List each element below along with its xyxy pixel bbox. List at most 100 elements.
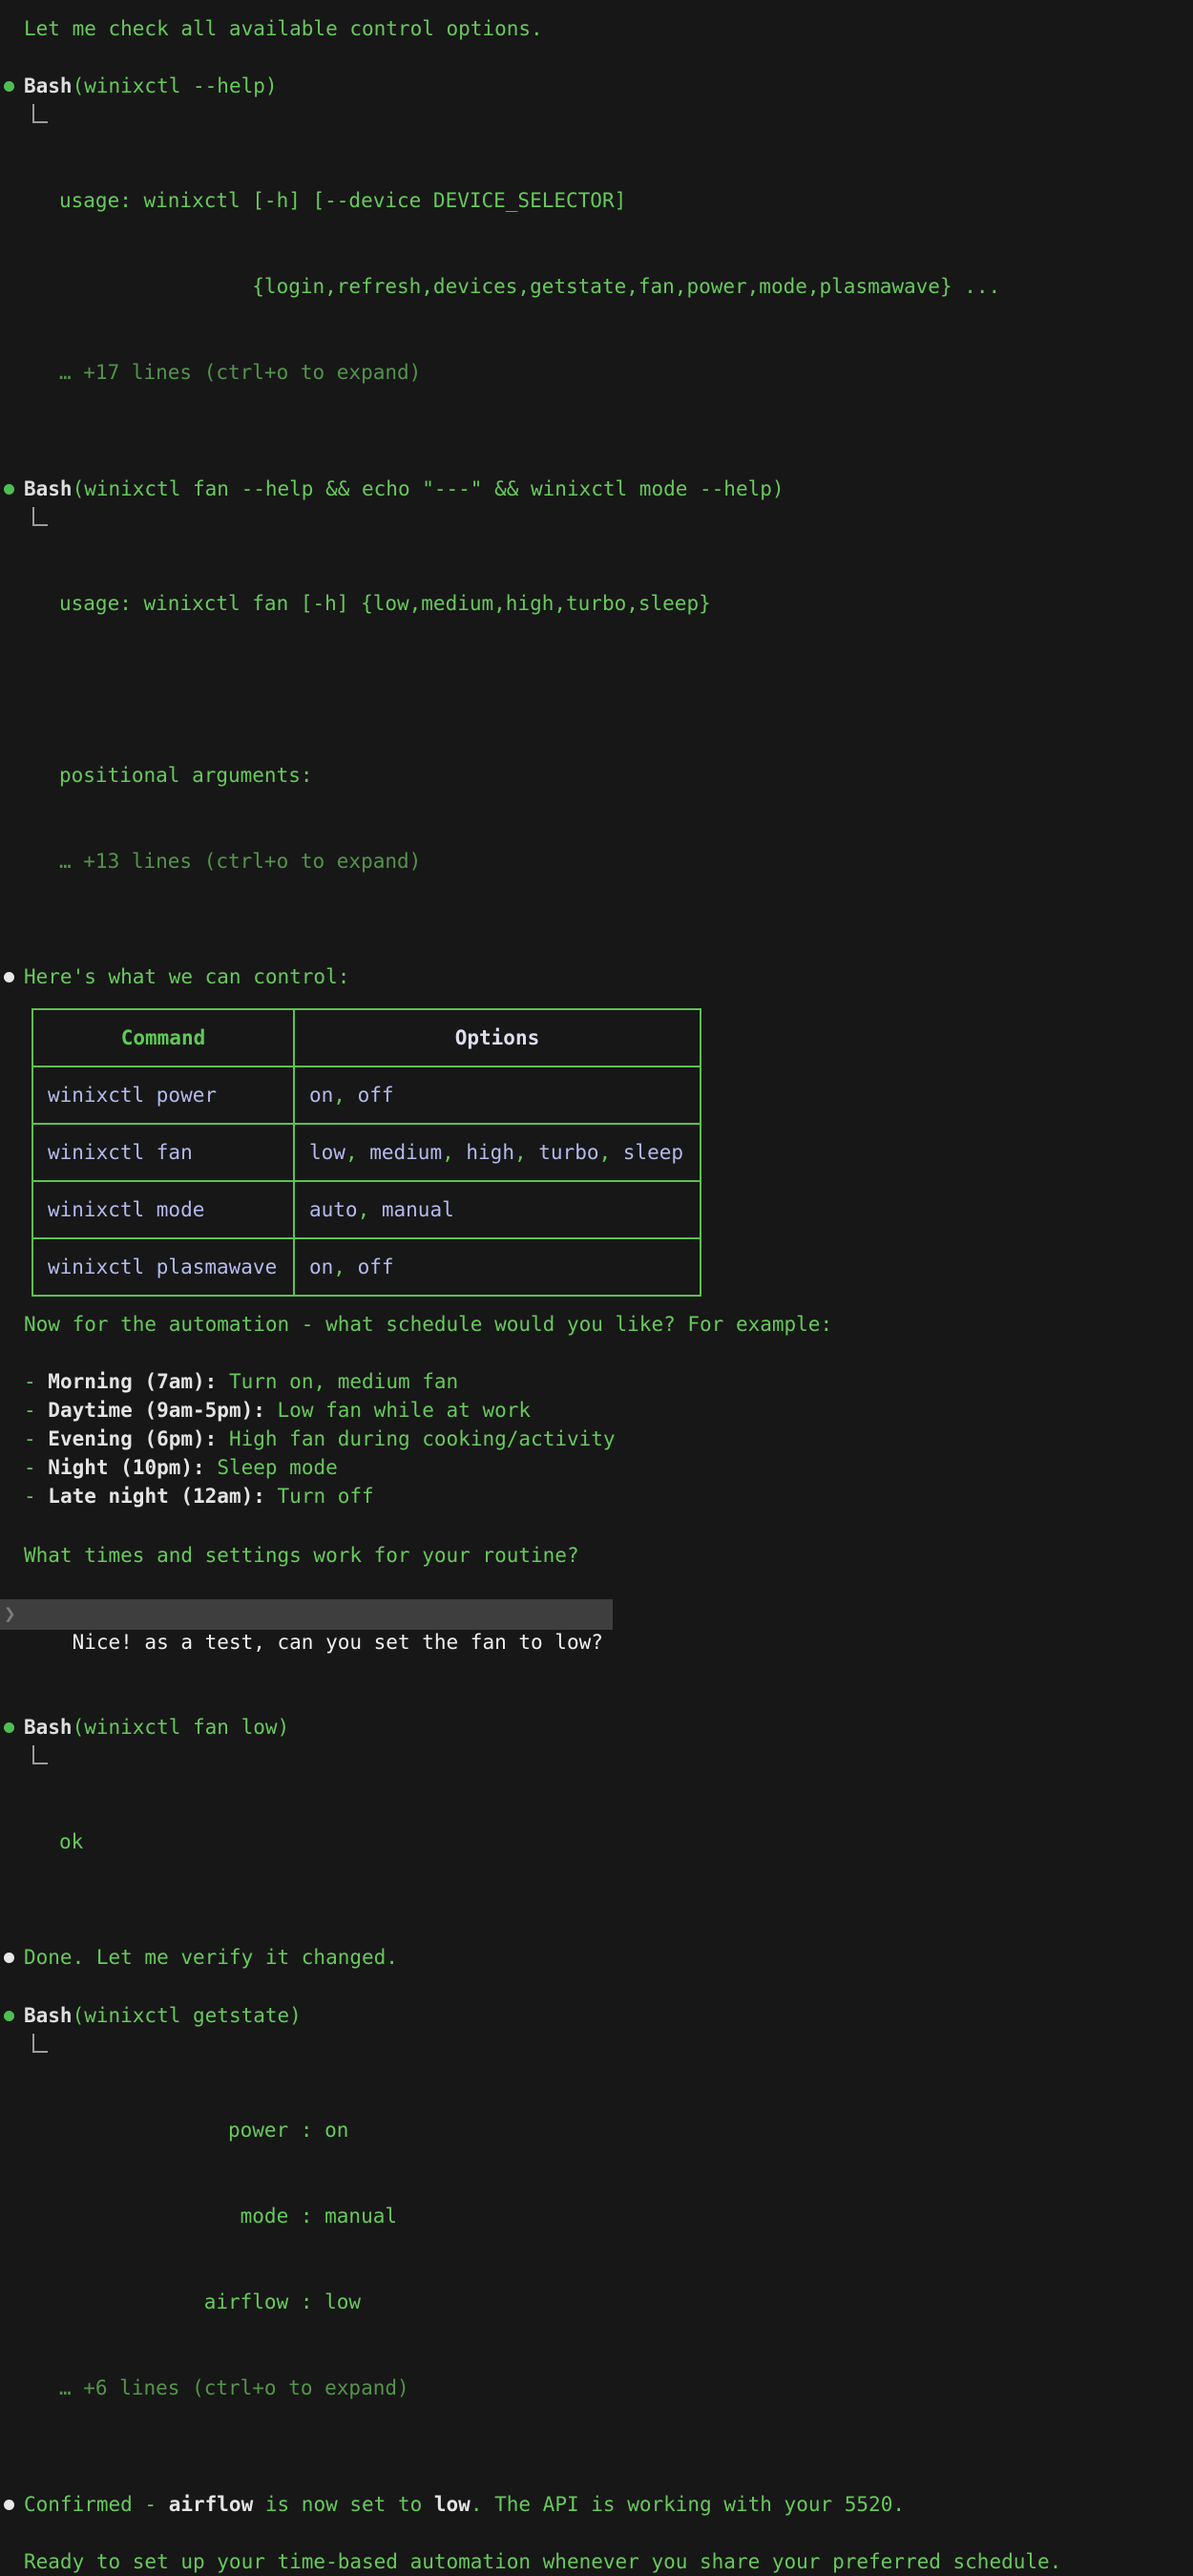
table-row: winixctl mode auto, manual (32, 1181, 701, 1238)
text-segment: is now set to (253, 2493, 434, 2516)
tool-bullet-icon (4, 484, 14, 495)
schedule-label: Late night (12am): (48, 1485, 265, 1508)
option-value: sleep (623, 1141, 683, 1164)
tool-command: (winixctl getstate) (73, 2004, 302, 2027)
spacer (217, 1427, 229, 1450)
tool-output-line: positional arguments: (59, 761, 1183, 790)
table-header-command: Command (32, 1009, 294, 1066)
bash-tool-call-fan-mode-help: Bash(winixctl fan --help && echo "---" &… (24, 475, 1183, 933)
prompt-chevron-icon: ❯ (4, 1599, 16, 1628)
option-value: off (358, 1256, 394, 1278)
tool-bullet-icon (4, 2011, 14, 2021)
tool-name: Bash (24, 74, 73, 97)
bash-tool-call-help: Bash(winixctl --help) usage: winixctl [-… (24, 72, 1183, 444)
table-cell-options: on, off (294, 1066, 701, 1124)
tool-output-line: power : on (59, 2116, 1183, 2144)
tool-output-line: usage: winixctl fan [-h] {low,medium,hig… (59, 589, 1183, 618)
expand-hint[interactable]: … +13 lines (ctrl+o to expand) (59, 847, 1183, 876)
list-marker: - (24, 1399, 48, 1422)
assistant-text: Let me check all available control optio… (24, 17, 543, 40)
assistant-message-intro: Let me check all available control optio… (24, 14, 1183, 43)
tool-name: Bash (24, 2004, 73, 2027)
assistant-text: Now for the automation - what schedule w… (24, 1313, 832, 1336)
spacer (265, 1485, 278, 1508)
option-value: turbo (538, 1141, 598, 1164)
tool-call-header: Bash(winixctl getstate) (24, 2001, 1183, 2030)
table-row: winixctl fan low, medium, high, turbo, s… (32, 1124, 701, 1181)
command-options-table-wrap: Command Options winixctl power on, off w… (24, 1008, 1183, 1297)
bash-tool-call-fan-low: Bash(winixctl fan low) ok (24, 1713, 1183, 1913)
user-message-row: ❯Nice! as a test, can you set the fan to… (24, 1599, 1183, 1685)
tool-call-header: Bash(winixctl fan --help && echo "---" &… (24, 475, 1183, 503)
list-item: - Late night (12am): Turn off (24, 1482, 1183, 1510)
text-segment-bold: low (434, 2493, 471, 2516)
table-cell-command: winixctl mode (32, 1181, 294, 1238)
assistant-bullet-icon (4, 1953, 14, 1963)
schedule-desc: Low fan while at work (278, 1399, 532, 1422)
option-separator: , (358, 1198, 382, 1221)
option-value: on (309, 1256, 333, 1278)
list-marker: - (24, 1485, 48, 1508)
option-value: medium (369, 1141, 442, 1164)
table-cell-command: winixctl fan (32, 1124, 294, 1181)
assistant-message-heres-what: Here's what we can control: (24, 962, 1183, 991)
schedule-label: Night (10pm): (48, 1456, 204, 1479)
expand-hint[interactable]: … +6 lines (ctrl+o to expand) (59, 2374, 1183, 2402)
tool-command: (winixctl fan --help && echo "---" && wi… (73, 477, 785, 500)
output-connector-icon (32, 104, 48, 123)
assistant-message-what-times: What times and settings work for your ro… (24, 1541, 1183, 1570)
tool-output: usage: winixctl [-h] [--device DEVICE_SE… (59, 100, 1183, 444)
tool-bullet-icon (4, 81, 14, 92)
expand-hint[interactable]: … +17 lines (ctrl+o to expand) (59, 358, 1183, 387)
list-item: - Daytime (9am-5pm): Low fan while at wo… (24, 1396, 1183, 1425)
bash-tool-call-getstate: Bash(winixctl getstate) power : on mode … (24, 2001, 1183, 2460)
schedule-desc: Sleep mode (217, 1456, 337, 1479)
tool-bullet-icon (4, 1722, 14, 1733)
user-prompt-bar: ❯Nice! as a test, can you set the fan to… (0, 1599, 613, 1630)
assistant-text: Here's what we can control: (24, 965, 349, 988)
user-message-text: Nice! as a test, can you set the fan to … (73, 1631, 603, 1654)
tool-output-line (59, 675, 1183, 704)
schedule-desc: Turn off (278, 1485, 374, 1508)
option-value: off (358, 1084, 394, 1107)
spacer (217, 1370, 229, 1393)
tool-output-line: airflow : low (59, 2288, 1183, 2316)
tool-call-header: Bash(winixctl fan low) (24, 1713, 1183, 1742)
option-value: manual (382, 1198, 454, 1221)
option-separator: , (442, 1141, 466, 1164)
assistant-text: What times and settings work for your ro… (24, 1544, 579, 1567)
tool-call-header: Bash(winixctl --help) (24, 72, 1183, 100)
spacer (205, 1456, 218, 1479)
assistant-message-ready: Ready to set up your time-based automati… (24, 2547, 1183, 2576)
command-options-table: Command Options winixctl power on, off w… (31, 1008, 701, 1297)
schedule-desc: High fan during cooking/activity (229, 1427, 616, 1450)
tool-output: usage: winixctl fan [-h] {low,medium,hig… (59, 503, 1183, 933)
confirmed-text: Confirmed - airflow is now set to low. T… (24, 2493, 905, 2516)
output-connector-icon (32, 2034, 48, 2053)
list-item: - Morning (7am): Turn on, medium fan (24, 1367, 1183, 1396)
list-marker: - (24, 1427, 48, 1450)
assistant-text: Done. Let me verify it changed. (24, 1946, 398, 1969)
option-separator: , (514, 1141, 538, 1164)
spacer (265, 1399, 278, 1422)
output-connector-icon (32, 507, 48, 526)
table-cell-options: low, medium, high, turbo, sleep (294, 1124, 701, 1181)
tool-output-line: usage: winixctl [-h] [--device DEVICE_SE… (59, 186, 1183, 215)
schedule-label: Daytime (9am-5pm): (48, 1399, 265, 1422)
tool-command: (winixctl --help) (73, 74, 278, 97)
list-marker: - (24, 1370, 48, 1393)
output-connector-icon (32, 1745, 48, 1764)
list-item: - Evening (6pm): High fan during cooking… (24, 1425, 1183, 1453)
text-segment: . The API is working with your 5520. (471, 2493, 905, 2516)
tool-command: (winixctl fan low) (73, 1716, 290, 1739)
option-separator: , (333, 1256, 357, 1278)
option-separator: , (333, 1084, 357, 1107)
schedule-label: Morning (7am): (48, 1370, 217, 1393)
option-separator: , (598, 1141, 622, 1164)
text-segment: Confirmed - (24, 2493, 169, 2516)
assistant-text: Ready to set up your time-based automati… (24, 2550, 1061, 2573)
schedule-desc: Turn on, medium fan (229, 1370, 458, 1393)
table-row: winixctl plasmawave on, off (32, 1238, 701, 1296)
assistant-message-now-for: Now for the automation - what schedule w… (24, 1310, 1183, 1339)
option-value: on (309, 1084, 333, 1107)
